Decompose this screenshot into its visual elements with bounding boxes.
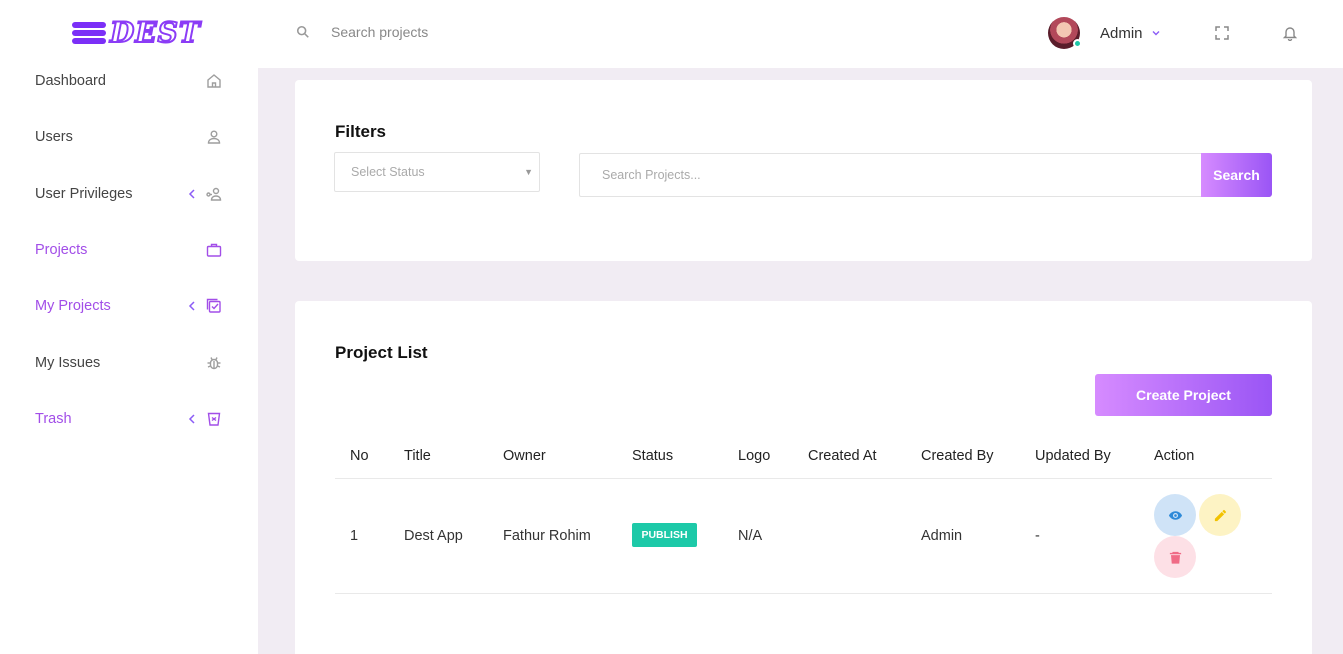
avatar[interactable] xyxy=(1048,17,1082,49)
app-logo[interactable]: DEST xyxy=(72,16,201,49)
top-search[interactable]: Search projects xyxy=(296,24,428,40)
top-search-input[interactable]: Search projects xyxy=(331,24,428,40)
pencil-icon xyxy=(1214,509,1226,521)
column-header: Updated By xyxy=(1035,448,1111,464)
briefcase-icon xyxy=(206,243,222,257)
column-header: Title xyxy=(404,448,431,464)
trash-icon xyxy=(1169,551,1181,564)
checklist-icon xyxy=(206,298,221,313)
status-badge: PUBLISH xyxy=(632,523,697,547)
search-icon xyxy=(296,25,309,38)
edit-button[interactable] xyxy=(1199,494,1241,536)
sidebar-item-trash[interactable]: Trash xyxy=(35,407,225,431)
logo-stack-icon xyxy=(72,18,108,48)
home-icon xyxy=(207,74,221,88)
column-header: Owner xyxy=(503,448,546,464)
user-name[interactable]: Admin xyxy=(1100,25,1143,42)
view-button[interactable] xyxy=(1154,494,1196,536)
column-header: Created At xyxy=(808,448,877,464)
create-project-button[interactable]: Create Project xyxy=(1095,374,1272,416)
user-key-icon xyxy=(206,187,222,201)
filters-card: Filters Select Status ▼ Search Projects.… xyxy=(295,80,1312,261)
bell-icon[interactable] xyxy=(1282,25,1298,41)
logo-text: DEST xyxy=(109,16,201,49)
delete-button[interactable] xyxy=(1154,536,1196,578)
cell-owner: Fathur Rohim xyxy=(503,528,591,544)
cell-title: Dest App xyxy=(404,528,463,544)
top-bar: DEST Search projects Admin xyxy=(0,0,1343,68)
online-status-dot xyxy=(1073,39,1082,48)
sidebar-item-projects[interactable]: Projects xyxy=(35,238,225,262)
sidebar-item-label: Users xyxy=(35,129,73,145)
cell-created-by: Admin xyxy=(921,528,963,544)
filters-title: Filters xyxy=(335,122,387,141)
sidebar-item-label: Projects xyxy=(35,242,88,258)
sidebar-item-label: Trash xyxy=(35,411,72,427)
column-header: Action xyxy=(1154,448,1195,464)
bug-icon xyxy=(207,357,221,370)
cell-no: 1 xyxy=(350,528,359,544)
caret-down-icon: ▼ xyxy=(524,167,533,177)
column-header: Created By xyxy=(921,448,994,464)
status-select[interactable]: Select Status ▼ xyxy=(334,152,540,192)
project-list-title: Project List xyxy=(335,343,428,362)
trash-icon xyxy=(207,412,221,426)
status-select-value: Select Status xyxy=(351,165,425,179)
sidebar-item-label: User Privileges xyxy=(35,186,133,202)
chevron-left-icon[interactable] xyxy=(187,300,197,312)
sidebar-item-user-privileges[interactable]: User Privileges xyxy=(35,182,225,206)
sidebar-item-label: My Issues xyxy=(35,355,101,371)
column-header: Status xyxy=(632,448,674,464)
sidebar-item-users[interactable]: Users xyxy=(35,125,225,149)
user-icon xyxy=(207,130,221,144)
cell-updated-by: - xyxy=(1035,528,1040,544)
column-header: No xyxy=(350,448,369,464)
sidebar-item-label: Dashboard xyxy=(35,73,106,89)
user-menu[interactable]: Admin xyxy=(1048,17,1161,49)
sidebar-item-dashboard[interactable]: Dashboard xyxy=(35,69,225,93)
sidebar-item-label: My Projects xyxy=(35,298,111,314)
sidebar-item-my-projects[interactable]: My Projects xyxy=(35,294,225,318)
chevron-left-icon[interactable] xyxy=(187,413,197,425)
cell-logo: N/A xyxy=(738,528,763,544)
sidebar: Dashboard Users User Privileges Projects… xyxy=(0,68,258,654)
project-search-input[interactable]: Search Projects... xyxy=(579,153,1202,197)
sidebar-item-my-issues[interactable]: My Issues xyxy=(35,351,225,375)
divider xyxy=(335,593,1272,594)
project-list-card: Project List Create Project No Title Own… xyxy=(295,301,1312,654)
search-button[interactable]: Search xyxy=(1201,153,1272,197)
column-header: Logo xyxy=(738,448,771,464)
eye-icon xyxy=(1168,510,1182,520)
fullscreen-icon[interactable] xyxy=(1214,25,1230,41)
divider xyxy=(335,478,1272,479)
chevron-left-icon[interactable] xyxy=(187,188,197,200)
chevron-down-icon[interactable] xyxy=(1151,28,1161,38)
